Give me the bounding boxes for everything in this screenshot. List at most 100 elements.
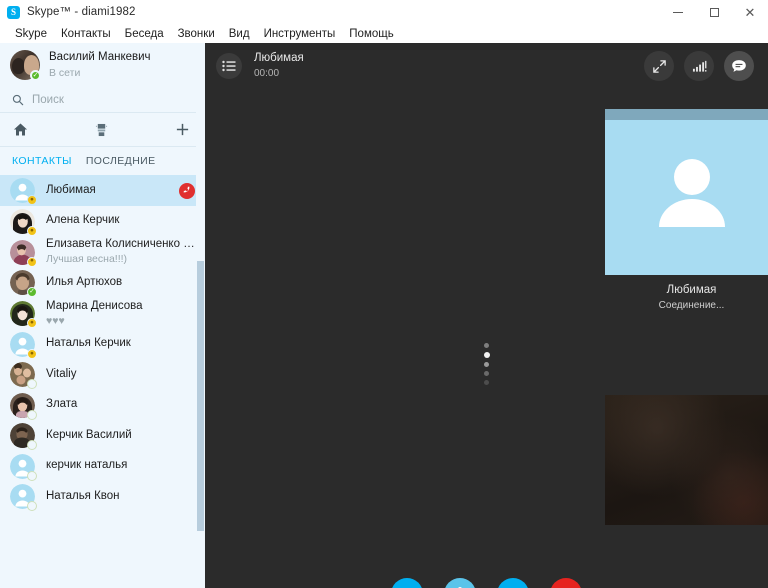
avatar (10, 392, 37, 420)
profile-row[interactable]: ✓ Василий Манкевич В сети (0, 43, 205, 87)
menu-bar: Skype Контакты Беседа Звонки Вид Инструм… (0, 24, 768, 43)
list-item-text: Любимая (46, 184, 179, 198)
list-item[interactable]: Наталья Квон (0, 482, 205, 513)
list-item[interactable]: керчик наталья (0, 451, 205, 482)
chat-toggle-button[interactable] (724, 51, 754, 81)
status-badge-away-icon: ● (27, 348, 37, 359)
tab-recent[interactable]: ПОСЛЕДНИЕ (86, 155, 156, 167)
add-contact-icon[interactable] (174, 121, 191, 138)
menu-tools[interactable]: Инструменты (257, 27, 343, 41)
contact-mood: Лучшая весна!!!) (46, 253, 128, 266)
title-bar: S Skype™ - diami1982 ✕ (0, 0, 768, 24)
menu-view[interactable]: Вид (222, 27, 257, 41)
call-timer: 00:00 (254, 68, 280, 80)
sidebar-scrollbar[interactable] (196, 43, 205, 588)
list-item[interactable]: ● Марина Денисова ♥♥♥ (0, 298, 205, 329)
list-item[interactable]: ✓ Илья Артюхов (0, 268, 205, 299)
search-row[interactable] (0, 87, 205, 113)
list-item[interactable]: ● Наталья Керчик (0, 329, 205, 360)
status-badge-away-icon: ● (27, 225, 37, 236)
list-item[interactable]: Vitaliy (0, 360, 205, 391)
home-icon[interactable] (12, 121, 29, 138)
skype-logo-icon: S (7, 5, 20, 19)
menu-skype[interactable]: Skype (8, 27, 54, 41)
avatar (10, 423, 37, 451)
status-badge-offline-icon (27, 440, 37, 451)
avatar (10, 453, 37, 481)
search-icon (12, 94, 24, 105)
search-input[interactable] (32, 93, 182, 106)
list-item-text: Злата (46, 398, 195, 412)
minimize-icon (673, 11, 683, 13)
maximize-icon (709, 7, 719, 17)
window-controls: ✕ (660, 0, 768, 24)
local-camera-preview[interactable] (605, 395, 768, 525)
fullscreen-button[interactable] (644, 51, 674, 81)
call-controls (205, 578, 768, 588)
status-badge-online-icon: ✓ (27, 287, 37, 298)
list-item[interactable]: Злата (0, 390, 205, 421)
avatar (10, 484, 37, 512)
contact-name: Любимая (46, 183, 96, 196)
status-badge-away-icon: ● (27, 318, 37, 328)
contact-name: керчик наталья (46, 459, 128, 472)
window-title: Skype™ - diami1982 (27, 6, 136, 18)
call-quality-button[interactable] (684, 51, 714, 81)
skype-window: S Skype™ - diami1982 ✕ Skype Контакты Бе… (0, 0, 768, 588)
menu-help[interactable]: Помощь (342, 27, 400, 41)
menu-contacts[interactable]: Контакты (54, 27, 118, 41)
list-item-text: Керчик Василий (46, 429, 195, 443)
end-call-badge-button[interactable] (179, 182, 195, 199)
microphone-toggle-button[interactable] (444, 578, 476, 588)
chat-bubble-icon (732, 60, 746, 72)
remote-label: Любимая Соединение... (605, 284, 768, 311)
minimize-button[interactable] (660, 0, 696, 24)
end-call-button[interactable] (550, 578, 582, 588)
remote-contact-name: Любимая (666, 284, 717, 296)
contact-name: Елизавета Колисниченко (К... (46, 238, 195, 251)
list-item-text: Елизавета Колисниченко (К... Лучшая весн… (46, 238, 195, 265)
list-item[interactable]: ● Елизавета Колисниченко (К... Лучшая ве… (0, 237, 205, 268)
list-item[interactable]: ● Алена Керчик (0, 206, 205, 237)
dialpad-icon[interactable] (93, 121, 110, 138)
avatar: ● (10, 178, 37, 205)
avatar (10, 362, 37, 390)
profile-status: В сети (49, 66, 81, 79)
loading-dot (484, 362, 489, 367)
avatar: ● (10, 301, 37, 328)
contact-name: Керчик Василий (46, 428, 132, 441)
contact-name: Наталья Квон (46, 489, 120, 502)
maximize-button[interactable] (696, 0, 732, 24)
loading-dot (483, 352, 490, 358)
main-split: ✓ Василий Манкевич В сети Поиск КОНТАКТЫ… (0, 43, 768, 588)
list-item[interactable]: ● Любимая (0, 175, 205, 206)
status-badge-offline-icon (27, 470, 37, 481)
contact-name: Алена Керчик (46, 214, 120, 227)
scrollbar-thumb[interactable] (197, 261, 204, 531)
add-participant-button[interactable] (497, 578, 529, 588)
call-panel: Любимая 00:00 Любимая Соединение... (205, 43, 768, 588)
contact-name: Злата (46, 398, 78, 411)
loading-dot (484, 380, 489, 385)
call-stage: Любимая Соединение... (205, 89, 768, 588)
status-badge-away-icon: ● (27, 195, 37, 205)
avatar: ✓ (10, 50, 41, 81)
sidebar: ✓ Василий Манкевич В сети Поиск КОНТАКТЫ… (0, 43, 205, 588)
tab-contacts[interactable]: КОНТАКТЫ (12, 155, 72, 167)
nav-row (0, 113, 205, 147)
avatar: ✓ (10, 270, 37, 298)
menu-conversation[interactable]: Беседа (118, 27, 171, 41)
video-toggle-button[interactable] (391, 578, 423, 588)
list-item-text: Vitaliy (46, 368, 195, 382)
contact-name: Наталья Керчик (46, 337, 131, 350)
menu-calls[interactable]: Звонки (171, 27, 222, 41)
tabs-row: КОНТАКТЫ ПОСЛЕДНИЕ (0, 147, 205, 175)
list-item-text: керчик наталья (46, 459, 195, 473)
list-item-text: Илья Артюхов (46, 276, 195, 290)
contact-name: Илья Артюхов (46, 275, 123, 288)
list-item-text: Наталья Квон (46, 490, 195, 504)
list-icon[interactable] (216, 53, 242, 79)
close-button[interactable]: ✕ (732, 0, 768, 24)
list-item[interactable]: Керчик Василий (0, 421, 205, 452)
remote-avatar (605, 109, 768, 275)
